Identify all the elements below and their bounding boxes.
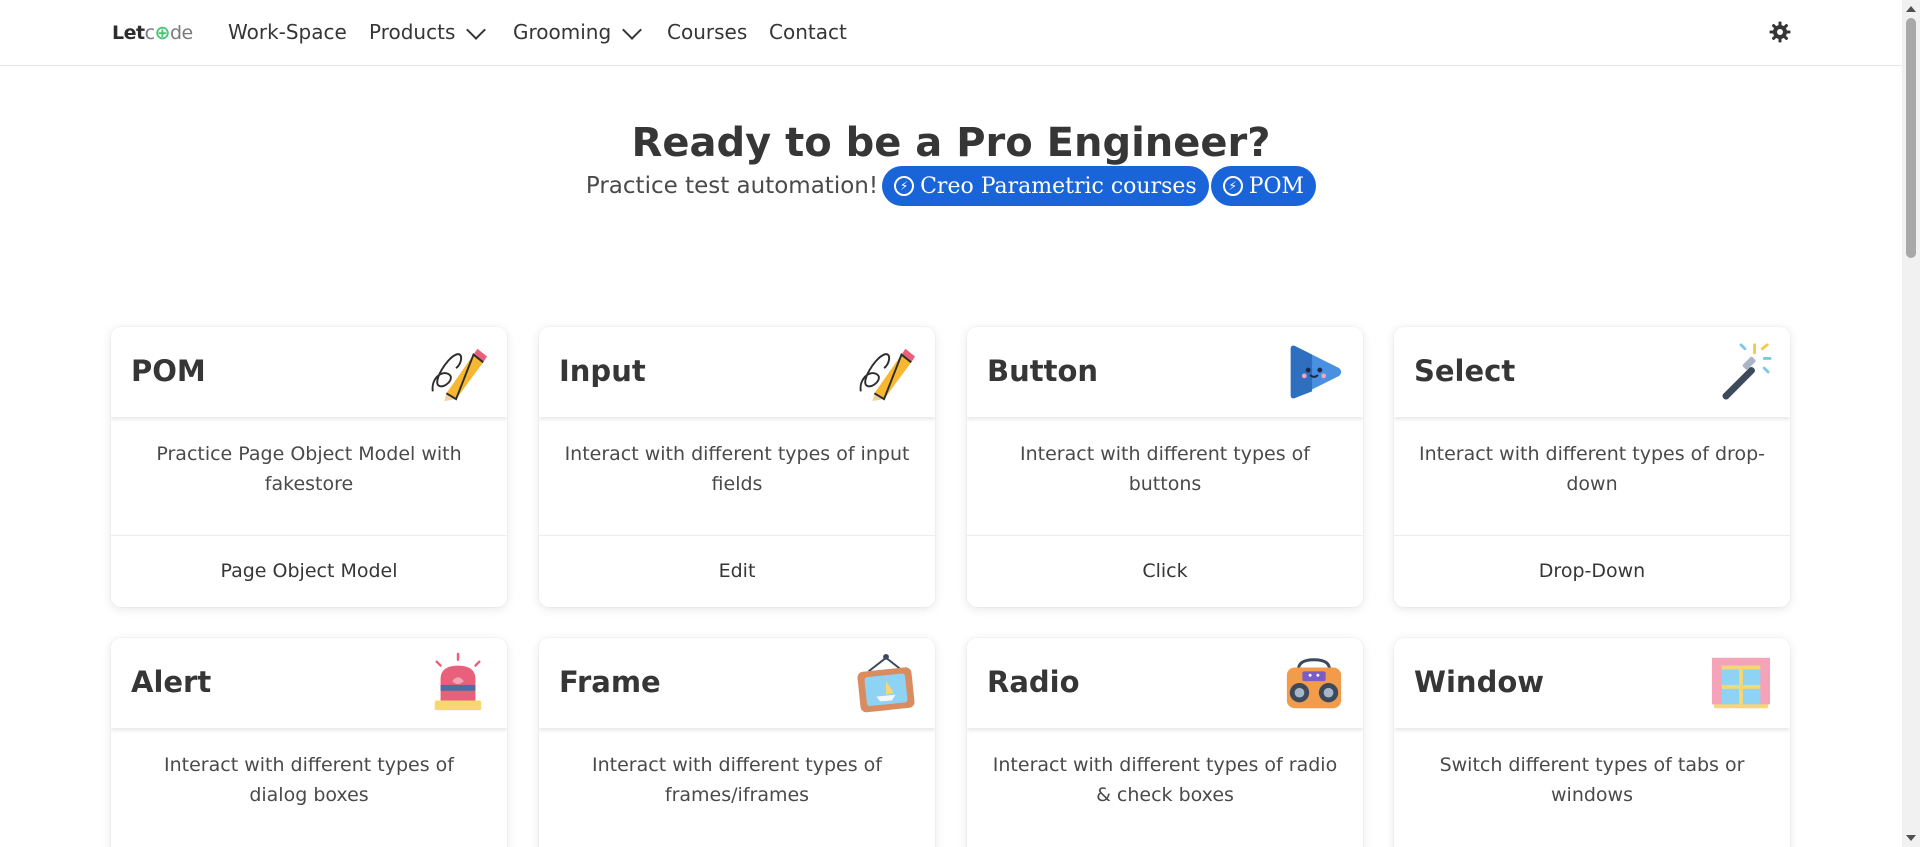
chevron-down-icon — [622, 20, 643, 40]
bolt-icon: ⚡︎ — [1222, 176, 1243, 196]
nav-grooming-label: Grooming — [513, 20, 612, 44]
card-header: Select — [1394, 327, 1790, 417]
nav-grooming-dropdown[interactable]: Grooming — [513, 20, 643, 44]
pencil-icon — [431, 348, 488, 402]
card-description: Interact with different types of input f… — [564, 443, 910, 495]
card-title: Frame — [559, 665, 661, 699]
nav-courses-label: Courses — [667, 20, 748, 44]
brand-logo[interactable]: Letc⊕de — [112, 22, 193, 44]
card-description: Interact with different types of drop-do… — [1419, 443, 1765, 495]
scroll-up-arrow-icon[interactable] — [1906, 6, 1916, 12]
siren-icon — [434, 652, 482, 711]
card-title: Select — [1414, 354, 1516, 388]
card-radio: Radio Interact with different types of r… — [967, 638, 1363, 847]
page-scrollbar[interactable] — [1902, 0, 1920, 847]
nav-contact[interactable]: Contact — [769, 20, 847, 44]
brand-text-de: de — [169, 22, 193, 44]
creo-courses-button[interactable]: ⚡︎ Creo Parametric courses — [882, 166, 1209, 206]
nav-workspace[interactable]: Work-Space — [228, 20, 347, 44]
card-description: Interact with different types of buttons — [1020, 443, 1310, 495]
play-button-icon — [1290, 345, 1342, 399]
radio-icon — [1286, 658, 1342, 709]
pom-label: POM — [1248, 173, 1305, 199]
card-input: Input Interact with different types of i… — [539, 327, 935, 607]
card-title: Window — [1414, 665, 1545, 699]
card-select: Select Interact with different types of … — [1394, 327, 1790, 607]
gear-icon[interactable] — [1768, 20, 1792, 44]
card-window: Window Switch different types of tabs or… — [1394, 638, 1790, 847]
nav-products-dropdown[interactable]: Products — [369, 20, 487, 44]
brand-text-c: c — [144, 22, 155, 44]
card-title: Button — [987, 354, 1099, 388]
card-header: Frame — [539, 638, 935, 728]
card-header: POM — [111, 327, 507, 417]
card-description: Interact with different types of frames/… — [592, 754, 882, 806]
nav-workspace-label: Work-Space — [228, 20, 347, 44]
card-header: Input — [539, 327, 935, 417]
scroll-down-arrow-icon[interactable] — [1906, 835, 1916, 841]
card-header: Window — [1394, 638, 1790, 728]
picture-frame-icon — [857, 653, 915, 713]
card-title: Alert — [131, 665, 212, 699]
card-title: Radio — [987, 665, 1080, 699]
scroll-thumb[interactable] — [1906, 18, 1916, 258]
card-description: Practice Page Object Model with fakestor… — [156, 443, 462, 495]
card-header: Radio — [967, 638, 1363, 728]
bolt-icon: ⚡︎ — [894, 176, 915, 196]
card-link-edit[interactable]: Edit — [539, 535, 935, 605]
nav-courses[interactable]: Courses — [667, 20, 747, 44]
brand-text-let: Let — [112, 22, 145, 44]
card-title: POM — [131, 354, 206, 388]
card-pom: POM Practice Page Object Model with fake… — [111, 327, 507, 607]
card-title: Input — [559, 354, 646, 388]
code-o-icon: ⊕ — [154, 22, 171, 44]
nav-products-label: Products — [369, 20, 456, 44]
card-alert: Alert Interact with different types of d… — [111, 638, 507, 847]
card-link-page-object-model[interactable]: Page Object Model — [111, 535, 507, 605]
hero-subtitle: Practice test automation! — [585, 173, 879, 199]
navbar: Letc⊕de Work-Space Products Grooming Cou… — [0, 0, 1902, 66]
chevron-down-icon — [466, 20, 487, 40]
pom-button[interactable]: ⚡︎ POM — [1210, 166, 1317, 206]
card-frame: Frame Interact with different types of f… — [539, 638, 935, 847]
creo-courses-label: Creo Parametric courses — [920, 173, 1197, 199]
magic-wand-icon — [1722, 343, 1772, 400]
card-header: Alert — [111, 638, 507, 728]
card-description: Switch different types of tabs or window… — [1439, 754, 1745, 806]
card-description: Interact with different types of radio &… — [992, 754, 1338, 806]
card-link-drop-down[interactable]: Drop-Down — [1394, 535, 1790, 605]
card-button: Button Interact with different types of … — [967, 327, 1363, 607]
card-description: Interact with different types of dialog … — [164, 754, 454, 806]
pencil-icon — [859, 348, 916, 402]
card-link-click[interactable]: Click — [967, 535, 1363, 605]
hero-subtitle-row: Practice test automation! ⚡︎ Creo Parame… — [0, 166, 1902, 206]
nav-contact-label: Contact — [769, 20, 847, 44]
page-title: Ready to be a Pro Engineer? — [631, 120, 1271, 166]
window-icon — [1711, 657, 1771, 709]
card-header: Button — [967, 327, 1363, 417]
